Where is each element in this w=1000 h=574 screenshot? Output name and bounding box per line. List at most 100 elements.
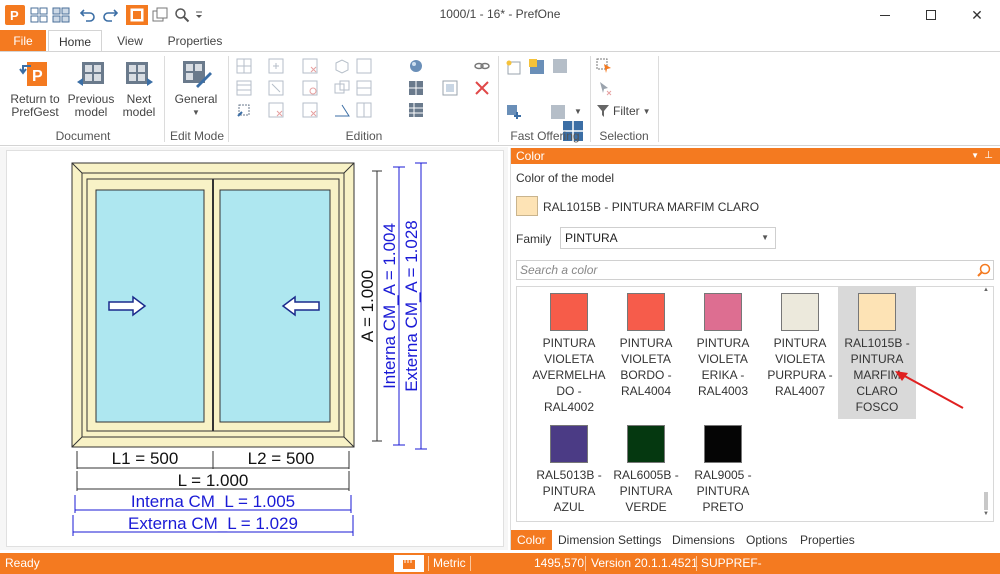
offer-list-icon[interactable] <box>550 104 568 122</box>
grid-icon[interactable] <box>29 5 49 25</box>
link-icon[interactable] <box>474 58 492 76</box>
general-edit-button[interactable]: General ▼ <box>168 58 224 119</box>
filter-label: Filter <box>613 104 640 118</box>
color-panel: Color ▼ ⊥ Color of the model RAL1015B - … <box>510 148 1000 550</box>
dim-l2: L2 = 500 <box>248 449 315 468</box>
search-icon[interactable] <box>977 263 991 277</box>
panel-dropdown-icon[interactable]: ▼ <box>971 148 979 164</box>
copy-icon[interactable] <box>150 5 170 25</box>
tab-dimension-settings[interactable]: Dimension Settings <box>558 530 661 550</box>
color-panel-title: Color <box>516 149 545 163</box>
split-icon[interactable] <box>236 80 254 98</box>
frame-icon[interactable] <box>442 80 460 98</box>
color-label-line: ERIKA - <box>701 368 745 382</box>
tab-options[interactable]: Options <box>746 530 787 550</box>
color-label-line: PINTURA <box>850 352 904 366</box>
undo-icon[interactable] <box>78 5 98 25</box>
color-label-line: PURPURA - <box>767 368 833 382</box>
group-separator <box>498 56 499 142</box>
color-label-line: VIOLETA <box>698 352 748 366</box>
table-icon[interactable] <box>408 102 426 120</box>
close-button[interactable]: ✕ <box>954 0 1000 30</box>
group-fast-offering-label: Fast Offering <box>510 129 580 143</box>
offer-add-icon[interactable] <box>506 104 524 122</box>
tab-dimensions[interactable]: Dimensions <box>672 530 735 550</box>
layout-icon[interactable] <box>408 80 426 98</box>
model-color-label: Color of the model <box>516 171 615 185</box>
group-separator <box>228 56 229 142</box>
app-window: P 1000/1 - 16* - PrefOne ✕ File Home Vie… <box>0 0 1000 574</box>
new-offer-icon[interactable] <box>506 60 524 78</box>
color-item[interactable]: PINTURA VIOLETA AVERMELHA DO - RAL4002 <box>530 287 608 419</box>
group-separator <box>164 56 165 142</box>
color-label-line: DO - <box>556 384 582 398</box>
add-sash-icon[interactable] <box>268 80 286 98</box>
units-toggle-button[interactable] <box>394 555 424 572</box>
tab-properties[interactable]: Properties <box>160 30 230 52</box>
color-item[interactable]: RAL5013B - PINTURA AZUL <box>530 419 608 519</box>
redo-icon[interactable] <box>100 5 120 25</box>
maximize-button[interactable] <box>908 0 954 30</box>
remove-all-icon[interactable] <box>302 102 320 120</box>
customize-icon[interactable] <box>193 5 205 25</box>
delete-sash-icon[interactable] <box>268 102 286 120</box>
status-divider <box>585 556 586 571</box>
offer-model-icon[interactable] <box>552 58 570 76</box>
color-item[interactable]: PINTURA VIOLETA PURPURA - RAL4007 <box>761 287 839 419</box>
offer-color-icon[interactable] <box>528 58 546 76</box>
color-item[interactable]: RAL6005B - PINTURA VERDE <box>607 419 685 519</box>
add-mullion-icon[interactable] <box>268 58 286 76</box>
color-label-line: BORDO - <box>620 368 672 382</box>
transform-icon[interactable] <box>236 102 254 120</box>
model-drawing-canvas[interactable]: L1 = 500 L2 = 500 L = 1.000 Interna CM_L… <box>6 150 504 547</box>
general-dropdown-icon: ▼ <box>192 108 200 117</box>
group-document-label: Document <box>55 129 111 143</box>
app-logo[interactable]: P <box>4 5 26 25</box>
svg-text:P: P <box>32 68 43 85</box>
previous-model-button[interactable]: Previous model <box>64 58 118 119</box>
chevron-down-icon: ▼ <box>761 233 769 242</box>
color-label-line: RAL9005 - <box>694 468 752 482</box>
paint-icon[interactable] <box>408 58 426 76</box>
filter-dropdown-icon: ▼ <box>642 106 651 116</box>
shape-icon[interactable] <box>356 58 374 76</box>
remove-icon[interactable] <box>302 58 320 76</box>
color-label-line: VIOLETA <box>621 352 671 366</box>
filter-button[interactable]: Filter ▼ <box>596 102 656 120</box>
status-bar: Ready Metric 1495,570 Version 20.1.1.452… <box>0 553 1000 574</box>
next-model-button[interactable]: Next model <box>118 58 160 119</box>
family-select[interactable]: PINTURA ▼ <box>560 227 776 249</box>
minimize-button[interactable] <box>862 0 908 30</box>
offer-dropdown-icon[interactable]: ▼ <box>574 107 582 116</box>
unlink-icon[interactable] <box>474 80 492 98</box>
model-icon[interactable] <box>126 5 148 25</box>
color-swatch <box>550 293 588 331</box>
annotation-arrow <box>895 371 964 409</box>
tab-properties-panel[interactable]: Properties <box>800 530 855 550</box>
remove-mullion-icon[interactable] <box>302 80 320 98</box>
3d-icon[interactable] <box>334 58 352 76</box>
zoom-icon[interactable] <box>172 5 192 25</box>
color-item[interactable]: PINTURA VIOLETA ERIKA - RAL4003 <box>684 287 762 419</box>
color-label-line: RAL1015B - <box>844 336 910 350</box>
tab-view[interactable]: View <box>108 30 152 52</box>
color-swatch <box>627 425 665 463</box>
offset-icon[interactable] <box>334 80 352 98</box>
glazing-icon[interactable] <box>356 102 374 120</box>
color-item[interactable]: RAL9005 - PINTURA PRETO <box>684 419 762 519</box>
divide-icon[interactable] <box>356 80 374 98</box>
color-search-input[interactable]: Search a color <box>516 260 994 280</box>
select-icon[interactable] <box>596 58 614 76</box>
vertical-scrollbar[interactable]: ▲ ▼ <box>981 287 991 521</box>
color-item[interactable]: PINTURA VIOLETA BORDO - RAL4004 <box>607 287 685 419</box>
multi-window-icon[interactable] <box>51 5 71 25</box>
tab-file[interactable]: File <box>0 30 46 52</box>
tab-home[interactable]: Home <box>48 30 102 52</box>
deselect-icon[interactable] <box>596 80 614 98</box>
dim-l: L = 1.000 <box>178 471 249 490</box>
return-to-prefgest-button[interactable]: P Return to PrefGest <box>6 58 64 119</box>
angle-icon[interactable] <box>334 102 352 120</box>
grid-edit-icon[interactable] <box>236 58 254 76</box>
tab-color[interactable]: Color <box>511 530 552 550</box>
pin-icon[interactable]: ⊥ <box>984 148 993 164</box>
